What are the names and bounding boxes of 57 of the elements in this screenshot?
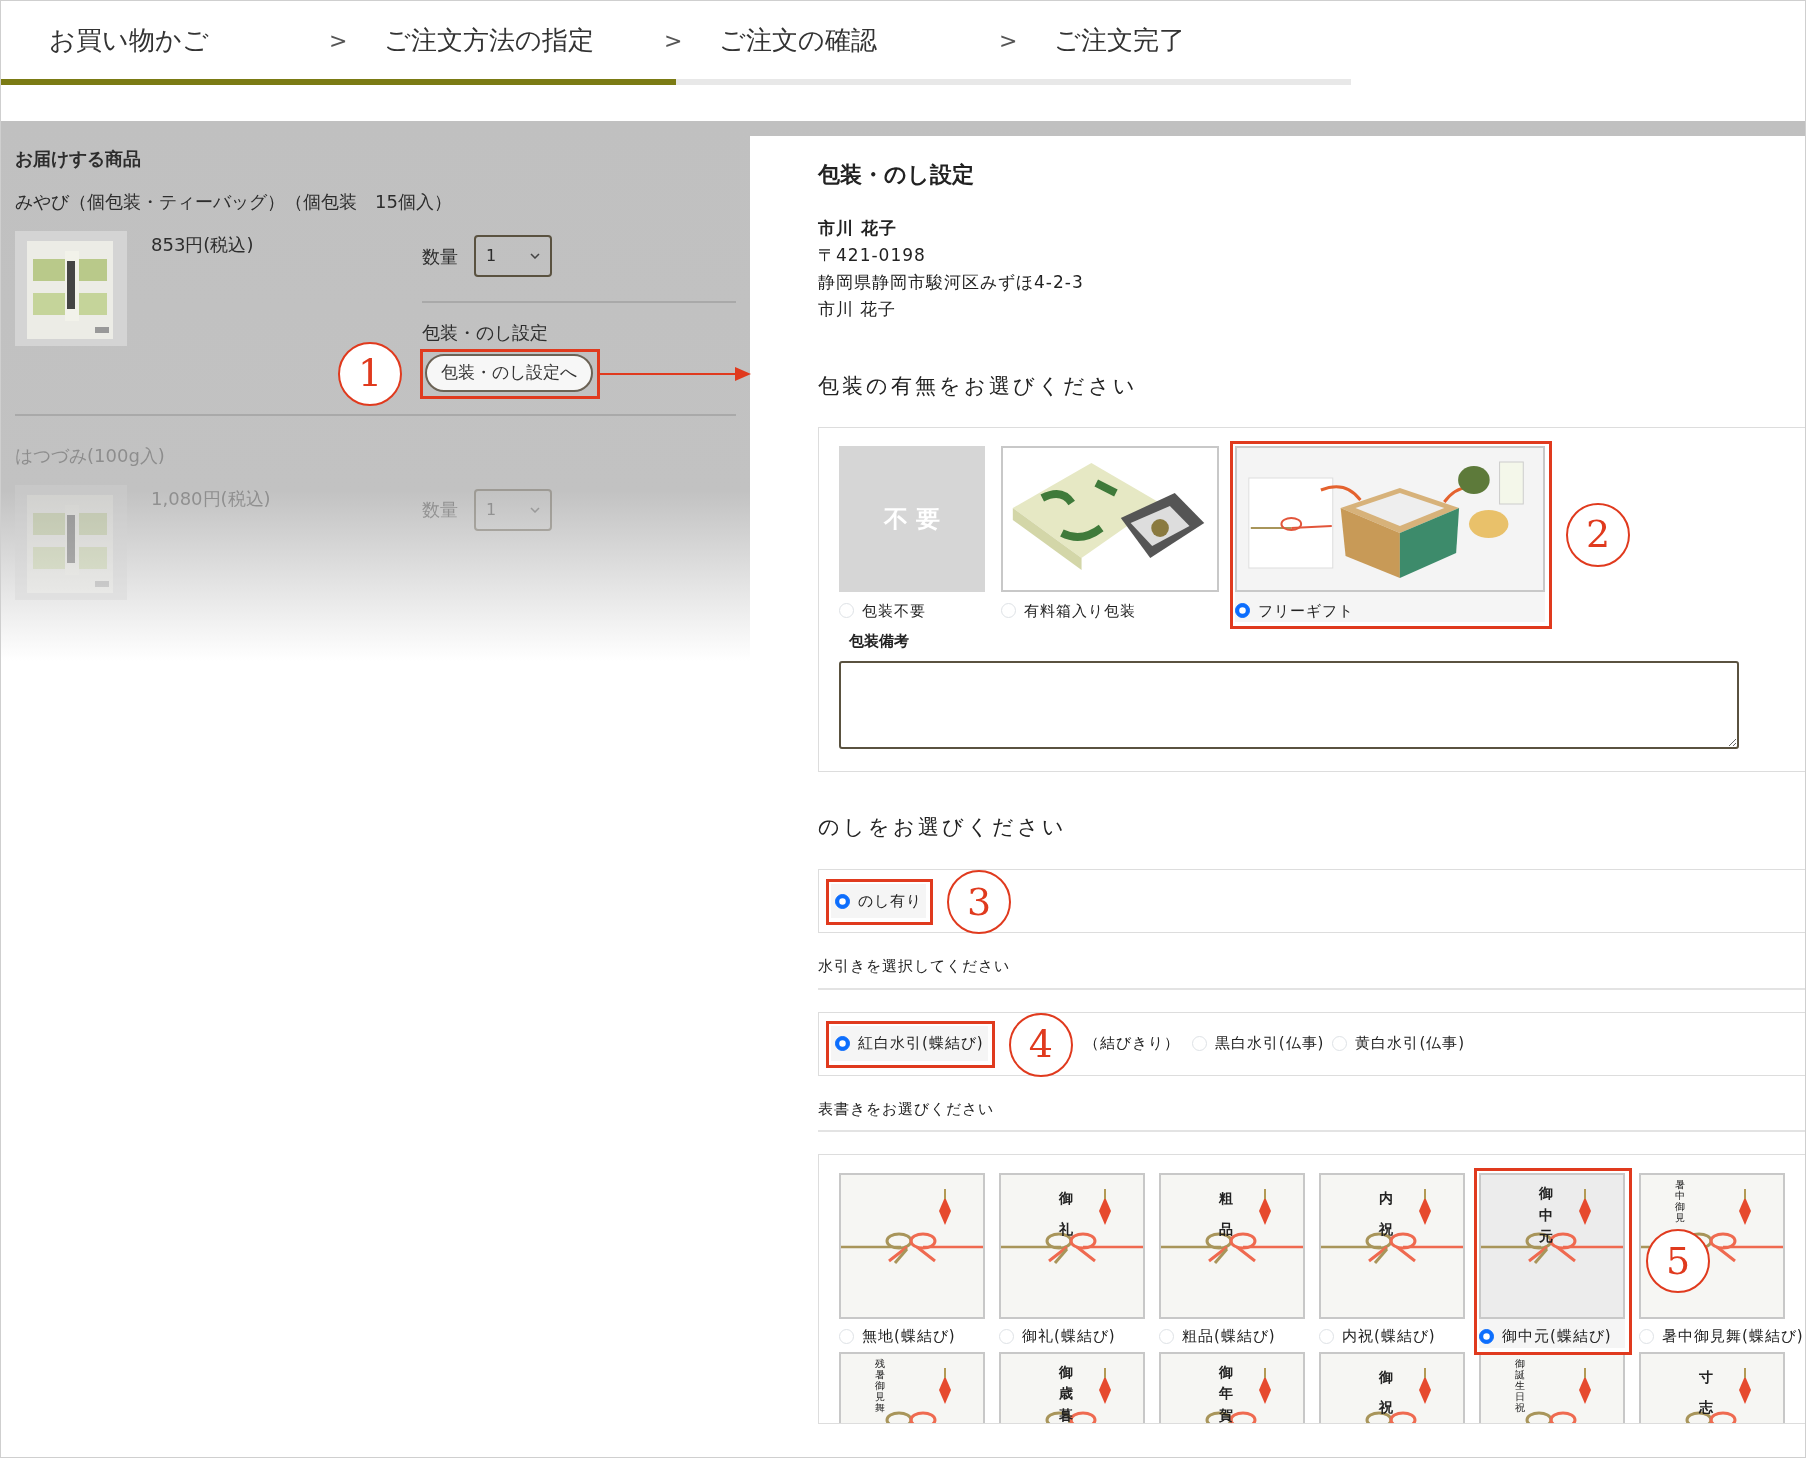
section-heading: お届けする商品 [15,147,142,171]
section-label: 表書きをお選びください [818,1075,1805,1132]
option-label: 暑中御見舞(蝶結び) [1662,1326,1804,1347]
quantity-label: 数量 [422,498,458,522]
chevron-icon: > [329,23,384,57]
step-label: ご注文の確認 [719,23,878,57]
addressee-text: 市川 花子 [818,298,898,321]
settings-button[interactable]: 包装・のし設定へ [425,354,593,392]
option-label: 黒白水引(仏事) [1214,1033,1325,1055]
inscription-text: 御礼 [1059,1189,1073,1239]
option-label: フリーギフト [1258,600,1354,622]
step-label: ご注文完了 [1054,23,1186,57]
inscription-text: 御年賀 [1219,1362,1233,1423]
inscription-text: 寸志 [1699,1367,1713,1418]
quantity-label: 数量 [422,244,458,269]
chevron-icon [530,506,540,513]
option-label: 無地(蝶結び) [862,1326,956,1347]
field-label: 包装備考 [849,631,910,652]
option-label: 粗品(蝶結び) [1182,1326,1276,1347]
option-label: のし有り [858,890,922,912]
option-label: 有料箱入り包装 [1024,600,1136,622]
product-name: みやび（個包装・ティーバッグ）（個包装 15個入） [15,190,453,214]
inscription-text: 暑中御見 [1675,1179,1685,1223]
quantity-select[interactable]: 1 [474,235,552,277]
note-field[interactable] [839,660,1739,749]
inscription-text: 御中元 [1539,1184,1553,1247]
chevron-icon [530,253,540,259]
section-label: 包装・のし設定 [422,321,549,345]
radio-button[interactable] [835,893,850,909]
section-heading: のしをお選びください [818,813,1068,841]
section-heading: 包装の有無をお選びください [818,373,1139,400]
step-label: ご注文方法の指定 [384,23,595,57]
inscription-text: 残暑御見舞 [875,1357,885,1413]
option-label: 御礼(蝶結び) [1022,1326,1116,1347]
inscription-text: 内祝 [1379,1189,1393,1239]
inscription-text: 粗品 [1219,1189,1233,1239]
option-label: 黄白水引(仏事) [1355,1033,1466,1055]
chevron-icon: > [664,23,719,57]
radio-button[interactable] [1235,603,1250,619]
option-label: （結びきり） [1083,1033,1180,1055]
option-label: 御中元(蝶結び) [1502,1326,1612,1347]
option-label: 内祝(蝶結び) [1342,1326,1436,1347]
recipient-name: 市川 花子 [818,217,898,240]
step-label: お買い物かご [49,23,210,57]
postal-code: 〒421-0198 [818,244,927,267]
address-text: 静岡県静岡市駿河区みずほ4-2-3 [818,271,1085,294]
radio-button[interactable] [1479,1328,1494,1344]
section-label: 水引きを選択してください [818,933,1805,990]
inscription-text: 御祝 [1379,1367,1393,1418]
radio-button[interactable] [835,1036,850,1051]
option-label: 包装不要 [862,600,926,622]
product-price: 853円(税込) [150,233,255,257]
option-label: 紅白水引(蝶結び) [858,1033,984,1055]
chevron-icon: > [999,23,1054,57]
inscription-text: 御誕生日祝 [1515,1357,1525,1413]
dialog-title: 包装・のし設定 [818,160,975,189]
inscription-text: 御歳暮 [1059,1362,1073,1423]
